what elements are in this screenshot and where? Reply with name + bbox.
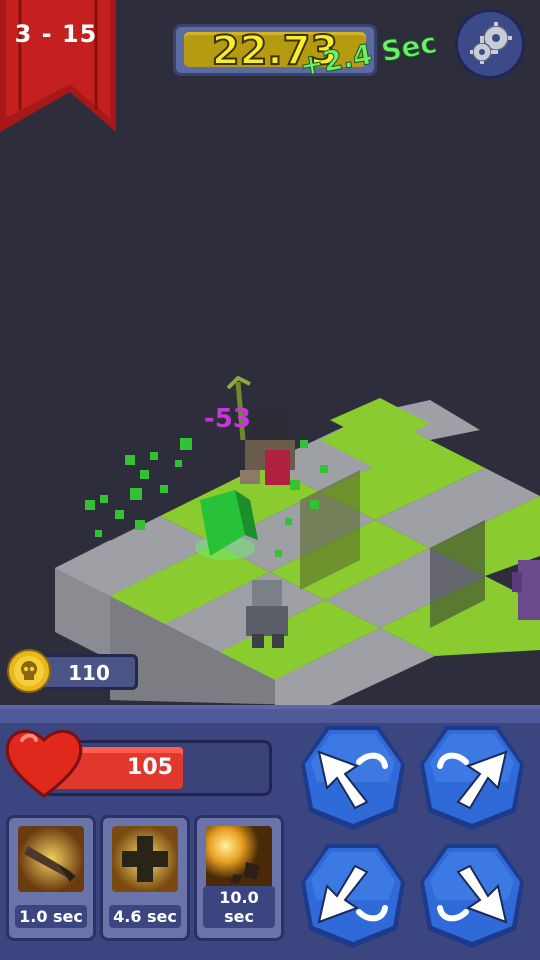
blast-skill-icon [206,826,272,892]
blade-skill-icon [18,826,84,892]
skill-slot-blade[interactable]: 1.0 sec [6,815,96,941]
skill-cooldown-label: 4.6 sec [109,905,181,928]
move-down-left-button[interactable] [297,840,409,952]
skull-coin-icon [7,649,51,693]
coin-counter: 110 [40,654,138,690]
move-up-left-button[interactable] [297,722,409,834]
heart-icon [5,729,83,798]
settings-button[interactable] [455,9,525,79]
skill-slot-blast[interactable]: 10.0 sec [194,815,284,941]
skill-cooldown-label: 10.0 sec [203,886,275,928]
level-label: 3 - 15 [14,20,98,48]
move-up-right-button[interactable] [416,722,528,834]
gear-icon [470,22,512,64]
heal-skill-icon [112,826,178,892]
coin-value: 110 [68,661,110,685]
move-down-right-button[interactable] [416,840,528,952]
skill-cooldown-label: 1.0 sec [15,905,87,928]
skill-slot-heal[interactable]: 4.6 sec [100,815,190,941]
damage-number: -53 [204,404,251,434]
